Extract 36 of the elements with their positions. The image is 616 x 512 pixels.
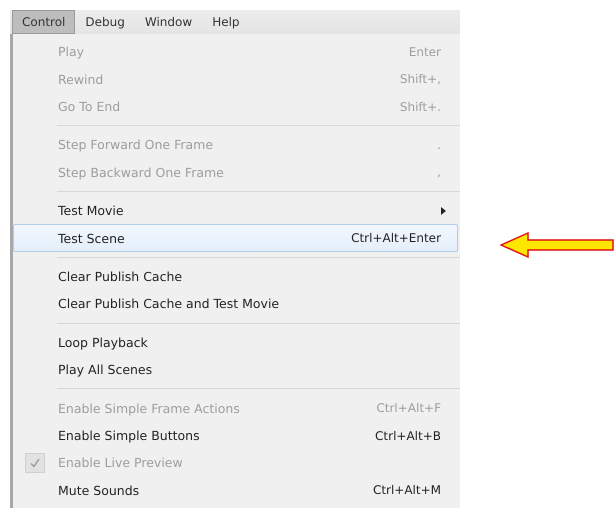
shortcut-label: . <box>437 138 442 152</box>
menu-item-label: Enable Simple Buttons <box>57 428 201 443</box>
menu-bar-item[interactable]: Window <box>134 10 202 34</box>
menu-item-label: Mute Sounds <box>57 482 140 498</box>
menu-item-label: Play <box>57 44 86 60</box>
menu-item-label: Enable Live Preview <box>57 455 184 470</box>
menu-item[interactable]: Loop Playback <box>13 328 458 356</box>
menu-item-label: Test Scene <box>57 230 126 246</box>
shortcut-label: Enter <box>408 44 442 59</box>
shortcut-label: Shift+. <box>400 100 442 114</box>
menu-item-label: Go To End <box>57 99 122 114</box>
menu-item[interactable]: Clear Publish Cache and Test Movie <box>13 290 458 318</box>
shortcut-label: Ctrl+Alt+F <box>376 401 442 416</box>
shortcut-label: Ctrl+Alt+Enter <box>351 231 442 246</box>
menu-item-label: Clear Publish Cache <box>57 269 184 284</box>
menu-item-label: Play All Scenes <box>57 362 154 378</box>
menu-bar-item[interactable]: Debug <box>75 10 135 34</box>
menu-bar-item[interactable]: Control <box>12 10 76 34</box>
menu-item-label: Loop Playback <box>57 334 149 350</box>
menu-item-label: Step Backward One Frame <box>57 164 225 180</box>
menu-item-label: Test Movie <box>57 203 125 218</box>
menu-item-label: Rewind <box>57 72 104 87</box>
shortcut-label: Ctrl+Alt+M <box>372 483 442 498</box>
menu-item[interactable]: Play All Scenes <box>13 356 458 384</box>
shortcut-label: , <box>437 165 442 180</box>
menu-bar-item[interactable]: Help <box>202 10 250 34</box>
menu-item[interactable]: Mute Sounds Ctrl+Alt+M <box>13 476 458 504</box>
menu-item-label: Enable Simple Frame Actions <box>57 400 241 416</box>
menu-item[interactable]: Test Movie <box>13 197 458 224</box>
menu-item[interactable]: Clear Publish Cache <box>13 262 458 290</box>
menu-item[interactable]: Test Scene Ctrl+Alt+Enter <box>13 224 458 252</box>
menu-item[interactable]: Enable Simple Buttons Ctrl+Alt+B <box>13 422 458 450</box>
shortcut-label: Ctrl+Alt+B <box>375 428 442 442</box>
menu-item-label: Clear Publish Cache and Test Movie <box>57 296 280 312</box>
shortcut-label: Shift+, <box>400 72 442 86</box>
menu-item-label: Step Forward One Frame <box>57 137 214 152</box>
